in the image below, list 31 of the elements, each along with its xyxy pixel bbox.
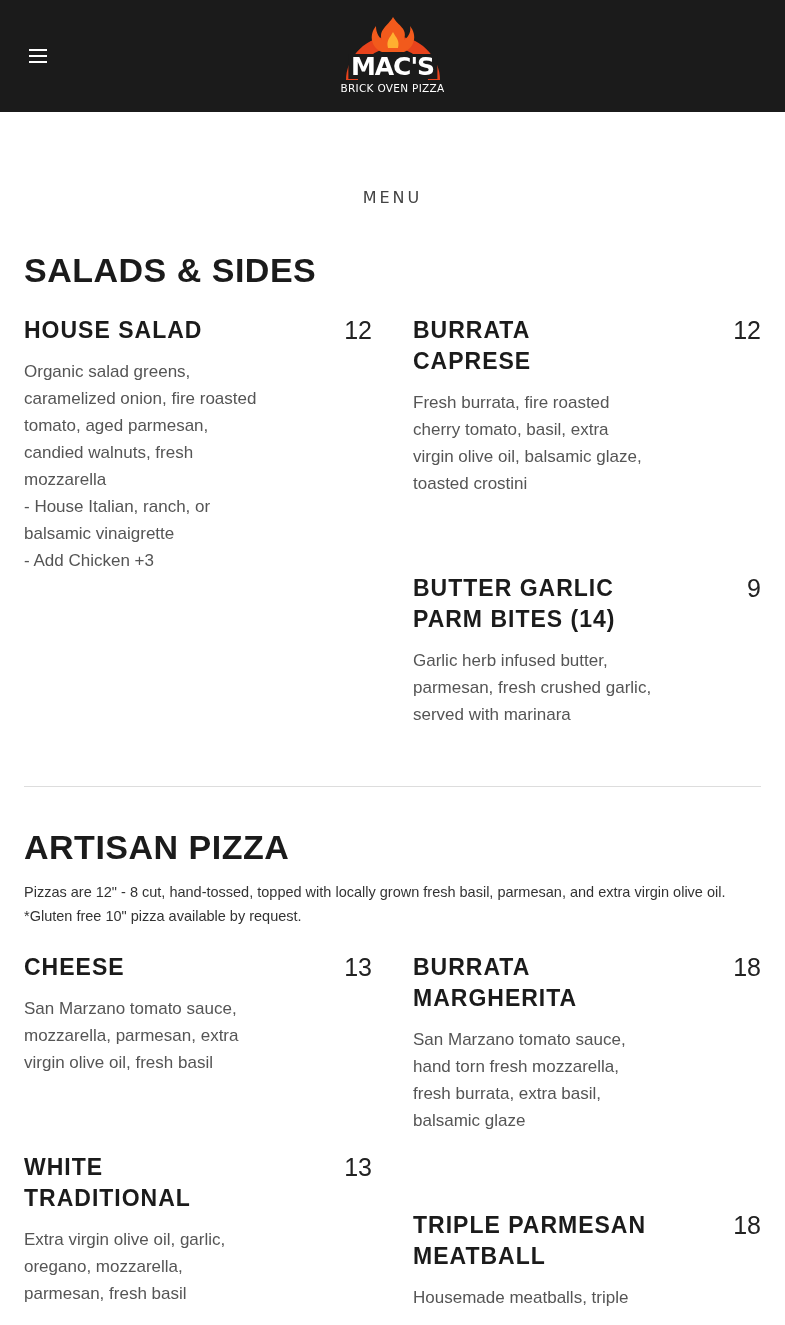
section-title: SALADS & SIDES	[24, 250, 318, 291]
logo-text: MAC'S	[347, 54, 438, 79]
item-price: 12	[344, 314, 372, 345]
item-description: Extra virgin olive oil, garlic, oregano, mozzarella, parmesan, fresh basil	[24, 1228, 227, 1305]
menu-icon	[28, 47, 50, 65]
page-title: MENU	[361, 187, 424, 209]
item-name: CHEESE	[24, 952, 125, 982]
item-price: 18	[733, 951, 761, 982]
logo-tagline: BRICK OVEN PIZZA	[339, 83, 446, 94]
item-price: 13	[344, 1151, 372, 1182]
item-description: San Marzano tomato sauce, hand torn fresh mozzarella, fresh burrata, extra basil, balsamic glaze	[413, 1028, 627, 1132]
item-name: TRIPLE PARMESAN MEATBALL	[413, 1210, 648, 1271]
item-name: BUTTER GARLIC PARM BITES (14)	[413, 573, 617, 634]
item-description: Housemade meatballs, triple	[413, 1286, 630, 1309]
item-description: San Marzano tomato sauce, mozzarella, parmesan, extra virgin olive oil, fresh basil	[24, 997, 240, 1074]
section-title: ARTISAN PIZZA	[24, 826, 291, 868]
item-description: Garlic herb infused butter, parmesan, fresh crushed garlic, served with marinara	[413, 649, 653, 726]
item-name: WHITE TRADITIONAL	[24, 1152, 192, 1213]
item-name: BURRATA MARGHERITA	[413, 952, 579, 1013]
section-note: Pizzas are 12" - 8 cut, hand-tossed, topped with locally grown fresh basil, parmesan, and extra virgin olive oil.	[24, 882, 727, 902]
item-price: 18	[733, 1209, 761, 1240]
section-note: *Gluten free 10" pizza available by request.	[24, 906, 303, 926]
item-price: 12	[733, 314, 761, 345]
item-price: 13	[344, 951, 372, 982]
item-name: BURRATA CAPRESE	[413, 315, 533, 376]
item-name: HOUSE SALAD	[24, 315, 203, 345]
item-description: Fresh burrata, fire roasted cherry tomato, basil, extra virgin olive oil, balsamic glaze, toasted crostini	[413, 391, 643, 495]
item-price: 9	[747, 572, 761, 603]
item-description: Organic salad greens, caramelized onion, fire roasted tomato, aged parmesan, candied walnuts, fresh mozzarella	[24, 360, 258, 491]
item-description: - House Italian, ranch, or balsamic vinaigrette	[24, 495, 212, 545]
item-description: - Add Chicken +3	[24, 549, 155, 572]
